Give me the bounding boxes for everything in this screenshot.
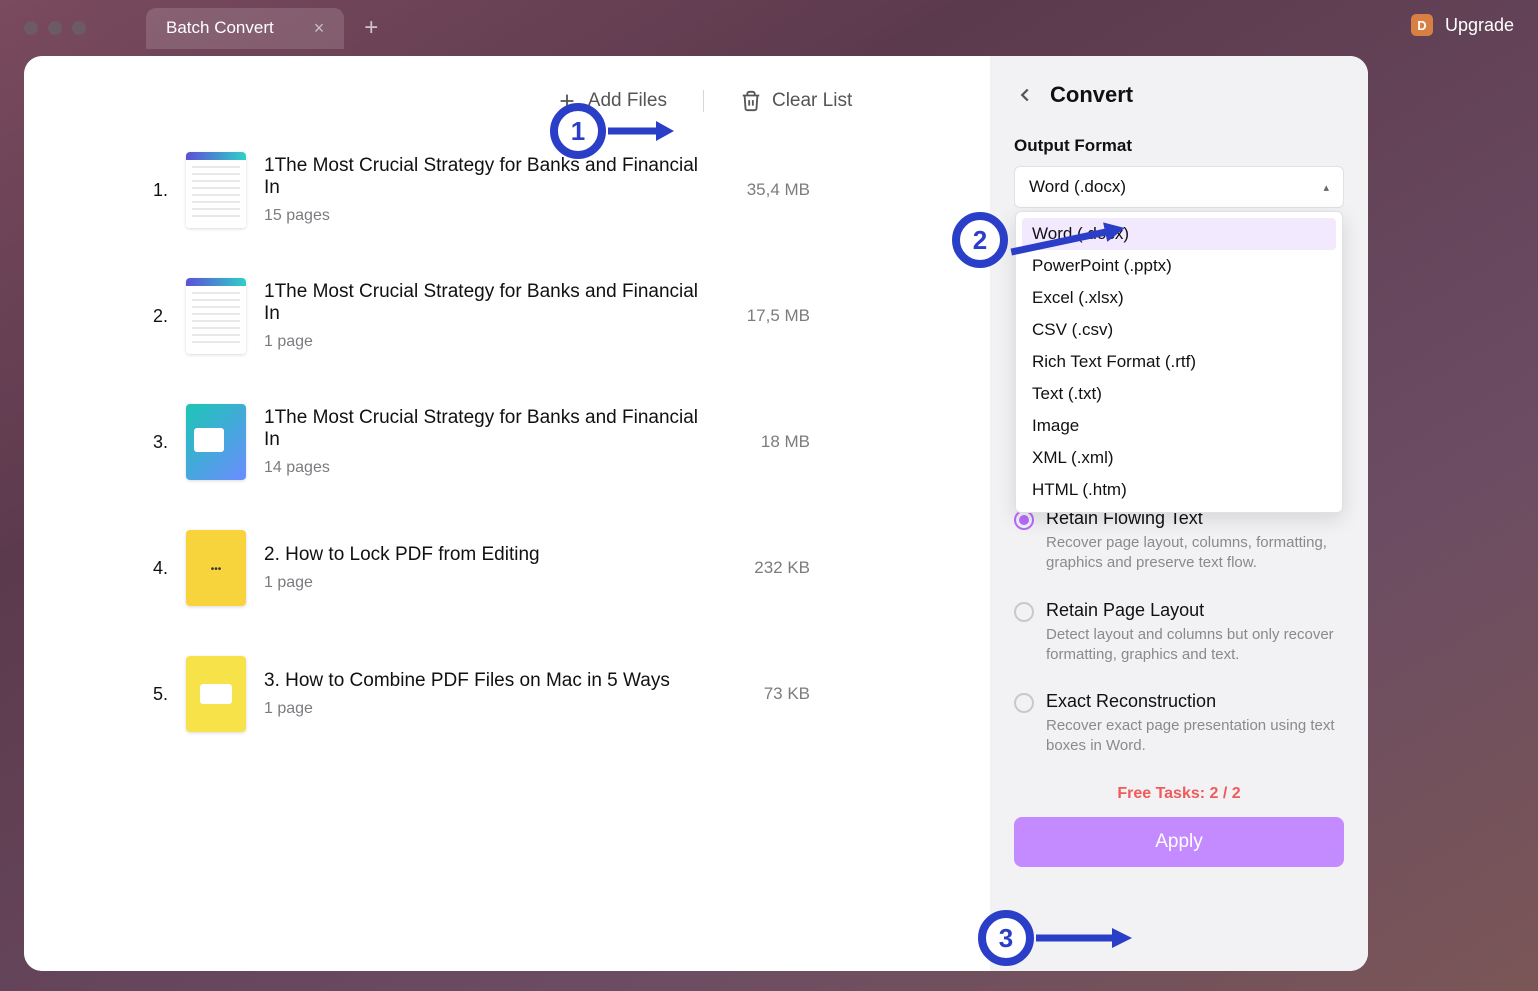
file-thumbnail xyxy=(186,404,246,480)
file-row[interactable]: 5. 3. How to Combine PDF Files on Mac in… xyxy=(148,656,950,732)
radio-desc: Recover page layout, columns, formatting… xyxy=(1046,533,1344,574)
output-format-select[interactable]: Word (.docx) ▴ Word (.docx) PowerPoint (… xyxy=(1014,166,1344,208)
apply-button[interactable]: Apply xyxy=(1014,817,1344,867)
radio-desc: Recover exact page presentation using te… xyxy=(1046,716,1344,757)
file-index: 2. xyxy=(148,306,168,327)
file-size: 18 MB xyxy=(720,432,810,452)
file-row[interactable]: 2. 1The Most Crucial Strategy for Banks … xyxy=(148,278,950,354)
app-shell: Add Files Clear List 1. 1The Most Crucia… xyxy=(24,56,1368,971)
back-icon[interactable] xyxy=(1014,84,1036,106)
radio-retain-flowing-text[interactable]: Retain Flowing Text Recover page layout,… xyxy=(1014,508,1344,574)
radio-title: Retain Page Layout xyxy=(1046,600,1344,621)
radio-icon xyxy=(1014,510,1034,530)
file-row[interactable]: 1. 1The Most Crucial Strategy for Banks … xyxy=(148,152,950,228)
file-title: 3. How to Combine PDF Files on Mac in 5 … xyxy=(264,670,702,692)
file-title: 2. How to Lock PDF from Editing xyxy=(264,544,702,566)
format-dropdown: Word (.docx) PowerPoint (.pptx) Excel (.… xyxy=(1015,211,1343,513)
minimize-window-icon[interactable] xyxy=(48,21,62,35)
file-pages: 1 page xyxy=(264,700,702,718)
format-option[interactable]: Excel (.xlsx) xyxy=(1022,282,1336,314)
file-pages: 1 page xyxy=(264,574,702,592)
main-panel: Add Files Clear List 1. 1The Most Crucia… xyxy=(24,56,990,971)
free-tasks-label: Free Tasks: 2 / 2 xyxy=(1014,785,1344,803)
add-files-button[interactable]: Add Files xyxy=(556,90,667,112)
output-format-label: Output Format xyxy=(1014,136,1344,156)
file-thumbnail xyxy=(186,152,246,228)
file-title: 1The Most Crucial Strategy for Banks and… xyxy=(264,407,702,451)
file-size: 35,4 MB xyxy=(720,180,810,200)
maximize-window-icon[interactable] xyxy=(72,21,86,35)
file-index: 3. xyxy=(148,432,168,453)
file-pages: 15 pages xyxy=(264,207,702,225)
top-right-controls: D Upgrade xyxy=(1411,14,1514,36)
radio-retain-page-layout[interactable]: Retain Page Layout Detect layout and col… xyxy=(1014,600,1344,666)
upgrade-button[interactable]: Upgrade xyxy=(1445,15,1514,36)
radio-exact-reconstruction[interactable]: Exact Reconstruction Recover exact page … xyxy=(1014,691,1344,757)
tab-bar: Batch Convert × + xyxy=(146,8,378,49)
format-option[interactable]: XML (.xml) xyxy=(1022,442,1336,474)
file-index: 5. xyxy=(148,684,168,705)
file-thumbnail xyxy=(186,530,246,606)
file-pages: 1 page xyxy=(264,333,702,351)
traffic-lights[interactable] xyxy=(24,21,86,35)
format-option[interactable]: Word (.docx) xyxy=(1022,218,1336,250)
radio-desc: Detect layout and columns but only recov… xyxy=(1046,625,1344,666)
selected-format: Word (.docx) xyxy=(1029,177,1126,197)
add-files-label: Add Files xyxy=(588,90,667,112)
radio-icon xyxy=(1014,693,1034,713)
format-option[interactable]: HTML (.htm) xyxy=(1022,474,1336,506)
file-index: 4. xyxy=(148,558,168,579)
close-tab-icon[interactable]: × xyxy=(314,18,325,39)
layout-radio-group: Retain Flowing Text Recover page layout,… xyxy=(1014,508,1344,757)
tab-label: Batch Convert xyxy=(166,18,274,38)
divider xyxy=(703,90,704,112)
user-badge[interactable]: D xyxy=(1411,14,1433,36)
file-thumbnail xyxy=(186,278,246,354)
clear-list-label: Clear List xyxy=(772,90,852,112)
file-thumbnail xyxy=(186,656,246,732)
file-pages: 14 pages xyxy=(264,459,702,477)
close-window-icon[interactable] xyxy=(24,21,38,35)
side-panel: Convert Output Format Word (.docx) ▴ Wor… xyxy=(990,56,1368,971)
format-option[interactable]: Text (.txt) xyxy=(1022,378,1336,410)
radio-icon xyxy=(1014,602,1034,622)
file-list: 1. 1The Most Crucial Strategy for Banks … xyxy=(98,152,950,732)
new-tab-button[interactable]: + xyxy=(364,14,378,42)
side-title: Convert xyxy=(1050,82,1133,108)
format-option[interactable]: PowerPoint (.pptx) xyxy=(1022,250,1336,282)
file-size: 73 KB xyxy=(720,684,810,704)
file-index: 1. xyxy=(148,180,168,201)
tab-batch-convert[interactable]: Batch Convert × xyxy=(146,8,344,49)
dropdown-caret-icon: ▴ xyxy=(1323,181,1329,194)
file-row[interactable]: 4. 2. How to Lock PDF from Editing 1 pag… xyxy=(148,530,950,606)
file-title: 1The Most Crucial Strategy for Banks and… xyxy=(264,281,702,325)
file-size: 17,5 MB xyxy=(720,306,810,326)
file-title: 1The Most Crucial Strategy for Banks and… xyxy=(264,155,702,199)
trash-icon xyxy=(740,90,762,112)
clear-list-button[interactable]: Clear List xyxy=(740,90,852,112)
titlebar: Batch Convert × + D Upgrade xyxy=(0,0,1538,56)
format-option[interactable]: Rich Text Format (.rtf) xyxy=(1022,346,1336,378)
action-bar: Add Files Clear List xyxy=(458,90,950,152)
file-size: 232 KB xyxy=(720,558,810,578)
format-option[interactable]: Image xyxy=(1022,410,1336,442)
radio-title: Exact Reconstruction xyxy=(1046,691,1344,712)
format-option[interactable]: CSV (.csv) xyxy=(1022,314,1336,346)
file-row[interactable]: 3. 1The Most Crucial Strategy for Banks … xyxy=(148,404,950,480)
plus-icon xyxy=(556,90,578,112)
